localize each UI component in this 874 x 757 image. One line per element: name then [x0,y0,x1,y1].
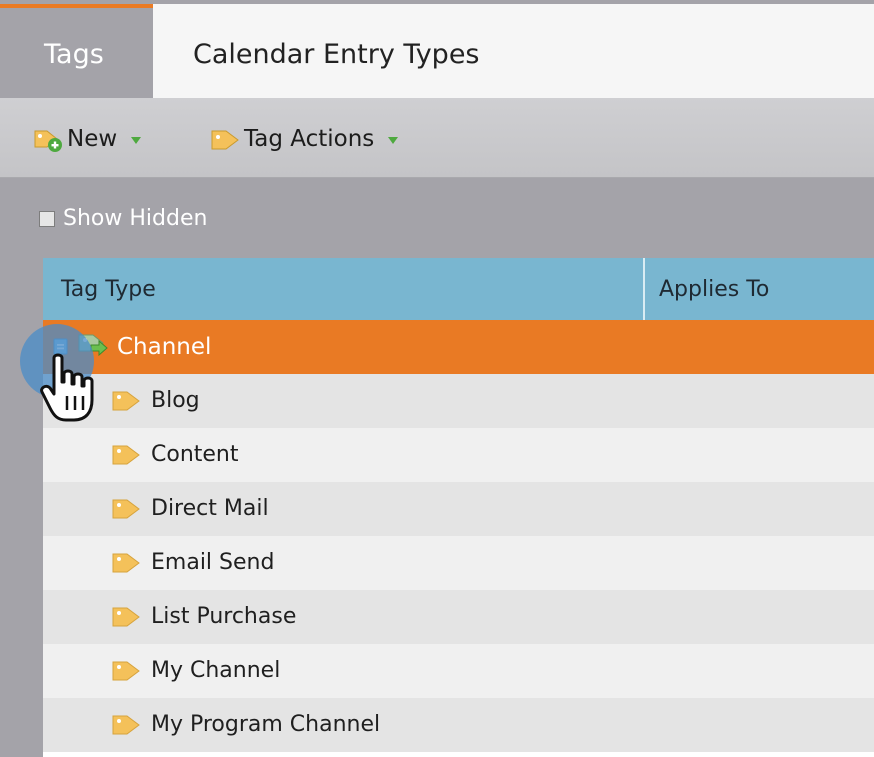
tag-row[interactable]: Email Send [43,536,874,590]
column-header-tag-type[interactable]: Tag Type [61,277,156,302]
show-hidden-label: Show Hidden [63,206,208,231]
toolbar: New Tag Actions [0,98,874,178]
tree-row-label: Channel [117,334,212,360]
hand-pointer-cursor-icon [40,353,94,422]
new-dropdown-caret-icon[interactable] [131,136,142,144]
grid-header: Tag Type Applies To [43,258,874,320]
tab-bar: Tags Calendar Entry Types [0,0,874,98]
tag-label: My Channel [151,658,281,683]
column-header-applies-to[interactable]: Applies To [659,277,769,302]
tag-label: Direct Mail [151,496,269,521]
column-divider[interactable] [643,258,645,320]
tag-row[interactable]: List Purchase [43,590,874,644]
tab-tags-label[interactable]: Tags [44,39,104,70]
tag-row[interactable]: My Channel [43,644,874,698]
tag-row[interactable]: Content [43,428,874,482]
tags-grid: Tag Type Applies To Channel Blog Content… [43,258,874,757]
show-hidden-toggle[interactable]: Show Hidden [39,206,207,231]
tag-icon [112,391,140,411]
tag-actions-button[interactable]: Tag Actions [210,125,399,153]
tag-label: Email Send [151,550,275,575]
tab-calendar-entry-types[interactable]: Calendar Entry Types [193,39,480,70]
tag-icon [112,445,140,465]
tag-icon [112,661,140,681]
tag-label: Blog [151,388,200,413]
tree-row-channel[interactable]: Channel [43,320,874,374]
tag-actions-label: Tag Actions [244,126,375,152]
tag-row[interactable]: Direct Mail [43,482,874,536]
tag-label: Content [151,442,239,467]
tag-actions-dropdown-caret-icon[interactable] [388,136,399,144]
new-button-label: New [67,126,118,152]
new-button[interactable]: New [33,125,142,153]
show-hidden-checkbox[interactable] [39,210,55,227]
tags-window: Tags Calendar Entry Types New Tag Action… [0,0,874,757]
tag-icon [211,130,239,150]
tag-label: My Program Channel [151,712,381,737]
tag-icon [112,553,140,573]
tag-icon [112,499,140,519]
tag-label: List Purchase [151,604,297,629]
tag-row[interactable]: Blog [43,374,874,428]
tag-row[interactable]: My Program Channel [43,698,874,752]
tag-icon [112,715,140,735]
new-tag-icon [34,130,62,152]
tag-icon [112,607,140,627]
